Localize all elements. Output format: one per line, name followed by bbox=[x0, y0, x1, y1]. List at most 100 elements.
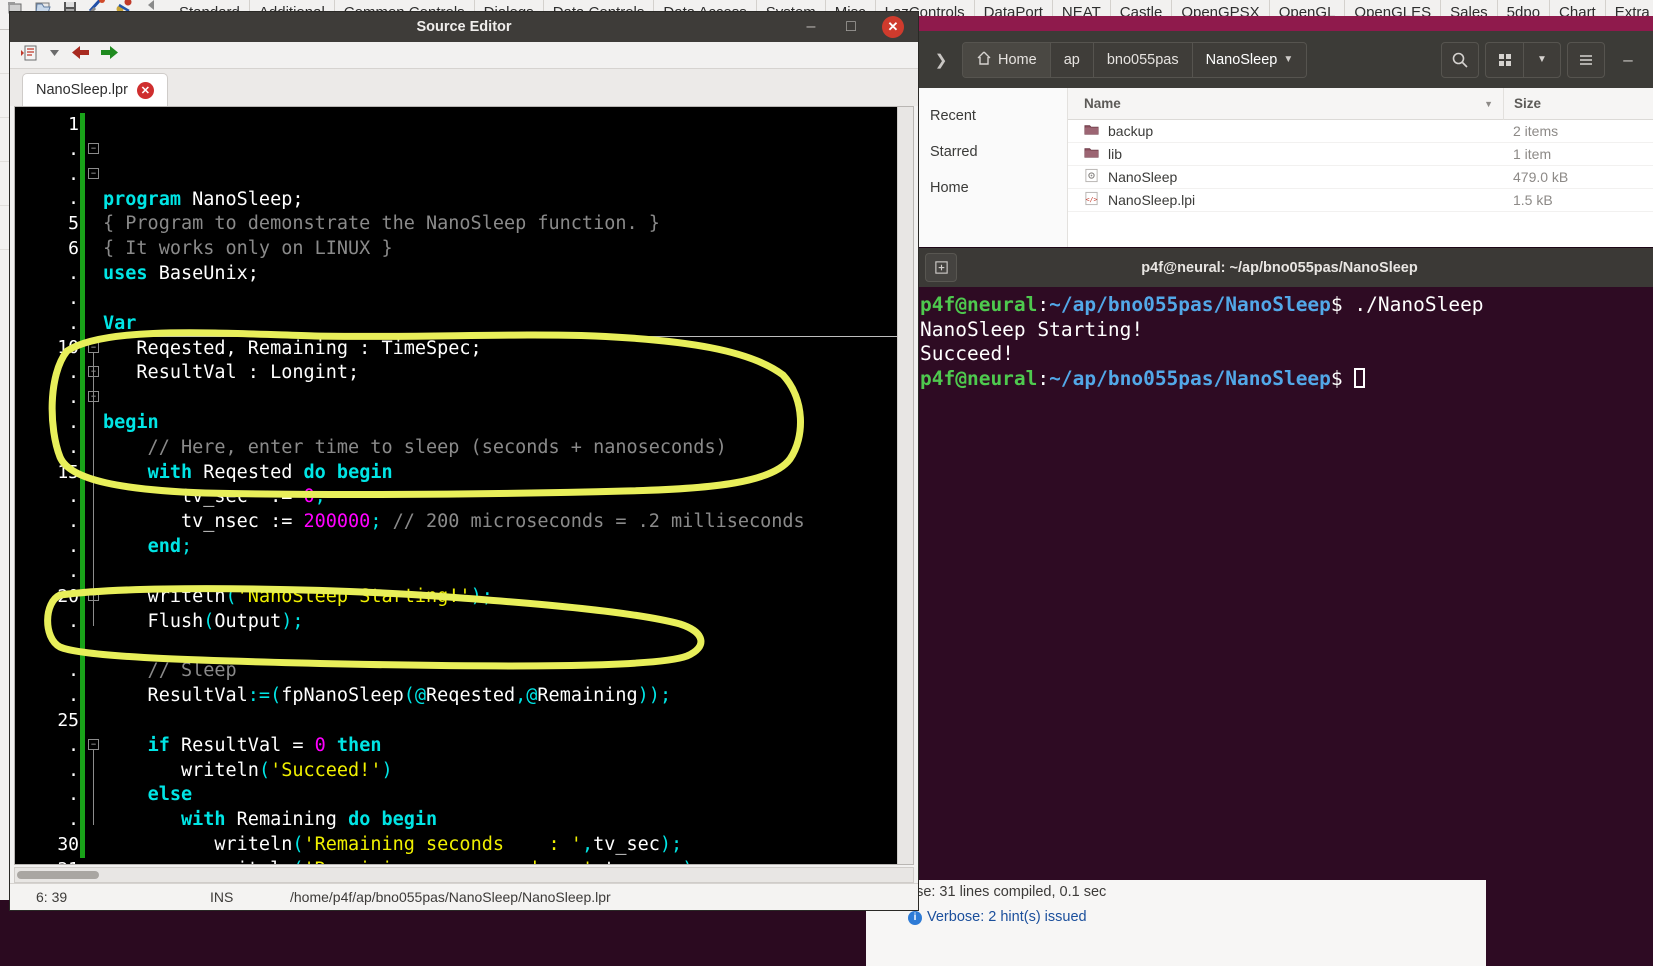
code-token: 0 bbox=[303, 486, 315, 508]
code-line: // Here, enter time to sleep (seconds + … bbox=[103, 436, 913, 461]
editor-vertical-scrollbar[interactable] bbox=[897, 107, 913, 864]
breadcrumb-item-nanosleep[interactable]: NanoSleep ▼ bbox=[1192, 42, 1307, 77]
editor-horizontal-scrollbar[interactable] bbox=[14, 867, 914, 883]
code-token: 0 bbox=[314, 734, 326, 756]
code-token: ; bbox=[314, 486, 326, 508]
code-line: ResultVal : Longint; bbox=[103, 361, 913, 386]
code-token: ); bbox=[659, 834, 683, 856]
line-number-gutter: 1...56...10....15....20....25....3031 bbox=[15, 107, 85, 864]
minimize-icon[interactable]: – bbox=[1611, 43, 1645, 77]
line-number: . bbox=[68, 660, 79, 682]
code-line: tv_sec := 0; bbox=[103, 485, 913, 510]
terminal-output-line: Succeed! bbox=[920, 342, 1014, 366]
column-label: Name bbox=[1084, 96, 1121, 111]
code-line: writeln('Remaining seconds : ',tv_sec); bbox=[103, 833, 913, 858]
fold-toggle-icon[interactable]: − bbox=[88, 739, 99, 750]
file-size-cell: 2 items bbox=[1513, 123, 1559, 139]
source-editor-tabs: NanoSleep.lpr ✕ bbox=[10, 69, 918, 106]
file-name-cell: lib bbox=[1068, 145, 1503, 163]
scrollbar-thumb[interactable] bbox=[17, 871, 99, 879]
source-editor-statusbar: 6: 39 INS /home/p4f/ap/bno055pas/NanoSle… bbox=[10, 883, 918, 910]
code-line: program NanoSleep; bbox=[103, 188, 913, 213]
line-number: . bbox=[68, 262, 79, 284]
sidebar-item-recent[interactable]: Recent bbox=[916, 98, 1067, 134]
code-text[interactable]: program NanoSleep;{ Program to demonstra… bbox=[103, 107, 913, 864]
sort-descending-icon[interactable]: ▼ bbox=[1484, 99, 1503, 109]
code-token: fpNanoSleep bbox=[281, 685, 404, 707]
table-row[interactable]: lib 1 item bbox=[1068, 143, 1653, 166]
code-token: 200000 bbox=[303, 511, 371, 533]
code-token: ,@ bbox=[515, 685, 538, 707]
bookmark-list-icon[interactable] bbox=[20, 44, 38, 67]
code-token: Reqested bbox=[426, 685, 516, 707]
table-row[interactable]: NanoSleep 479.0 kB bbox=[1068, 166, 1653, 189]
message-text: Verbose: 2 hint(s) issued bbox=[927, 909, 1087, 925]
fold-range-line bbox=[93, 352, 94, 626]
terminal-user: p4f@neural bbox=[920, 293, 1038, 316]
hamburger-menu-icon[interactable] bbox=[1567, 41, 1605, 78]
line-number: . bbox=[68, 610, 79, 632]
code-token: ; bbox=[180, 536, 193, 558]
fold-toggle-icon[interactable]: − bbox=[88, 341, 99, 353]
navigate-back-icon[interactable] bbox=[71, 44, 90, 66]
navigate-forward-icon[interactable] bbox=[100, 44, 119, 66]
breadcrumb-label: bno055pas bbox=[1106, 51, 1179, 68]
file-list-header: Name ▼ Size bbox=[1068, 87, 1653, 120]
code-token: tv_nsec := bbox=[103, 511, 304, 533]
code-editor[interactable]: 1...56...10....15....20....25....3031 −−… bbox=[14, 106, 914, 865]
line-number: 6 bbox=[68, 238, 79, 260]
view-dropdown-icon[interactable]: ▼ bbox=[1523, 41, 1561, 78]
code-token: 'Remaining nanoseconds : ' bbox=[304, 859, 594, 864]
terminal-window: p4f@neural: ~/ap/bno055pas/NanoSleep p4f… bbox=[916, 248, 1653, 966]
search-icon[interactable] bbox=[1441, 41, 1479, 78]
file-path: /home/p4f/ap/bno055pas/NanoSleep/NanoSle… bbox=[290, 889, 611, 905]
code-token: , bbox=[593, 859, 604, 864]
line-number: 25 bbox=[57, 709, 79, 731]
code-token: writeln bbox=[103, 585, 226, 607]
code-token: ( bbox=[203, 610, 215, 632]
sidebar-item-starred[interactable]: Starred bbox=[916, 134, 1067, 170]
tab-nanosleep-lpr[interactable]: NanoSleep.lpr ✕ bbox=[22, 73, 168, 106]
breadcrumb-item-ap[interactable]: ap bbox=[1050, 42, 1094, 77]
chevron-down-icon[interactable]: ▼ bbox=[1283, 54, 1293, 65]
home-icon bbox=[976, 50, 992, 70]
dropdown-icon[interactable] bbox=[48, 46, 61, 64]
line-number: . bbox=[68, 734, 79, 756]
grid-view-icon[interactable] bbox=[1485, 41, 1523, 78]
code-token: then bbox=[336, 734, 382, 756]
code-token: do begin bbox=[348, 809, 438, 831]
column-header-name[interactable]: Name ▼ bbox=[1068, 96, 1503, 111]
folder-icon bbox=[1084, 122, 1099, 140]
sidebar-item-home[interactable]: Home bbox=[916, 170, 1067, 206]
terminal-output[interactable]: p4f@neural:~/ap/bno055pas/NanoSleep$ ./N… bbox=[916, 287, 1653, 391]
code-token: )); bbox=[637, 685, 672, 707]
fold-toggle-icon[interactable]: − bbox=[88, 142, 99, 154]
line-number: . bbox=[68, 759, 79, 781]
code-token: ResultVal bbox=[103, 685, 248, 707]
code-folding-column[interactable]: −−−−−−− bbox=[85, 107, 103, 864]
breadcrumb-item-home[interactable]: Home bbox=[963, 42, 1051, 77]
tab-close-icon[interactable]: ✕ bbox=[136, 81, 154, 99]
code-token: tv_sec bbox=[593, 834, 660, 856]
table-row[interactable]: </> NanoSleep.lpi 1.5 kB bbox=[1068, 189, 1653, 212]
fold-range-line bbox=[93, 402, 94, 477]
code-token: tv_nsec bbox=[604, 859, 682, 864]
line-number: . bbox=[68, 188, 79, 210]
terminal-output-line: NanoSleep Starting! bbox=[920, 317, 1144, 341]
code-token: (@ bbox=[403, 685, 427, 707]
terminal-dollar: $ bbox=[1330, 293, 1355, 316]
line-number: . bbox=[68, 536, 79, 558]
table-row[interactable]: backup 2 items bbox=[1068, 120, 1653, 143]
code-token: , bbox=[581, 834, 594, 856]
line-number: . bbox=[68, 312, 79, 334]
code-file-icon: </> bbox=[1084, 191, 1099, 209]
back-chevron-icon[interactable]: ❯ bbox=[924, 43, 958, 77]
column-header-size[interactable]: Size bbox=[1503, 87, 1653, 120]
code-token: ( bbox=[292, 859, 303, 864]
fold-toggle-icon[interactable]: − bbox=[88, 167, 99, 179]
breadcrumb-item-bno055pas[interactable]: bno055pas bbox=[1093, 42, 1193, 77]
code-token: ; bbox=[370, 511, 382, 533]
